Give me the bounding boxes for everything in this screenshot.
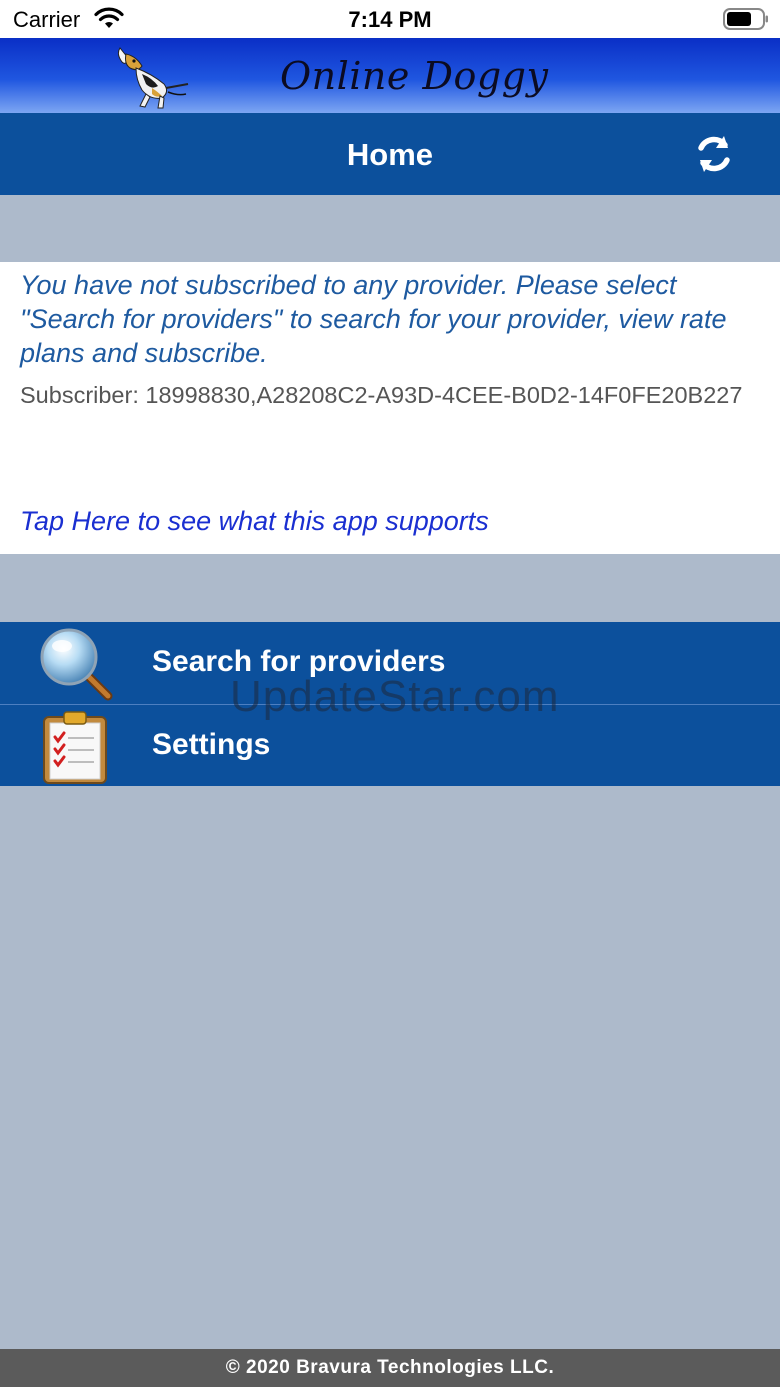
- refresh-icon[interactable]: [694, 134, 734, 174]
- subscription-notice: You have not subscribed to any provider.…: [20, 270, 727, 368]
- status-bar: Carrier 7:14 PM: [0, 0, 780, 38]
- page-title: Home: [346, 137, 434, 172]
- brand-banner: Online Doggy: [0, 38, 780, 113]
- watermark: UpdateStar.com: [230, 672, 560, 721]
- navbar: Home: [0, 113, 780, 195]
- magnifier-icon: [40, 628, 113, 701]
- app-support-link[interactable]: Tap Here to see what this app supports: [20, 506, 489, 537]
- dog-logo-icon: [117, 47, 189, 109]
- footer: © 2020 Bravura Technologies LLC.: [0, 1349, 780, 1387]
- brand-title: Online Doggy: [280, 54, 549, 98]
- subscriber-id: Subscriber: 18998830,A28208C2-A93D-4CEE-…: [20, 382, 743, 408]
- info-panel: You have not subscribed to any provider.…: [0, 262, 780, 554]
- clipboard-icon: [43, 711, 107, 784]
- menu-item-label: Settings: [152, 728, 271, 761]
- clock: 7:14 PM: [348, 7, 432, 32]
- battery-icon: [723, 8, 768, 30]
- copyright-text: © 2020 Bravura Technologies LLC.: [225, 1357, 555, 1378]
